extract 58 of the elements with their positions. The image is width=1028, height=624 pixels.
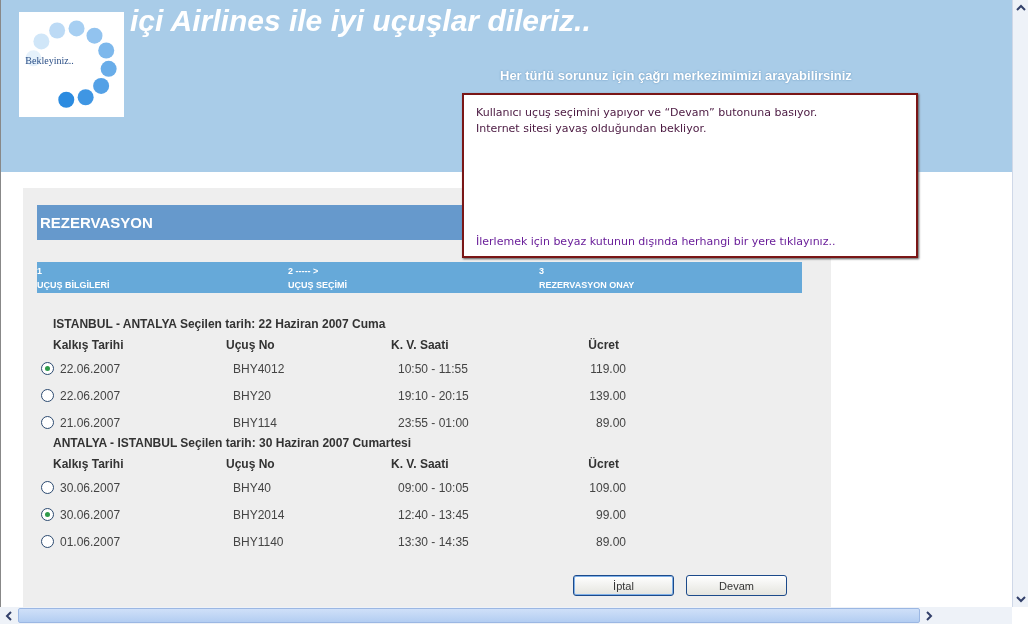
time-cell-text: 13:30 - 14:35 [398,534,470,549]
column-header: Kalkış Tarihi [53,338,125,352]
radio-button[interactable] [41,362,54,375]
flight-number-cell-text: BHY114 [233,415,278,430]
radio-button[interactable] [41,535,54,548]
price-cell-text: 119.00 [589,361,626,376]
time-cell-text: 23:55 - 01:00 [398,415,470,430]
radio-button[interactable] [41,416,54,429]
date-cell-text: 21.06.2007 [60,415,122,430]
popup-text: Internet sitesi yavaş olduğundan bekliyor. [476,121,708,137]
date-cell-text: 01.06.2007 [60,534,122,549]
step-number: 2 ----- > [288,266,320,276]
route-heading: ANTALYA - ISTANBUL Seçilen tarih: 30 Haziran 2007 Cumartesi [53,436,413,452]
scroll-right-icon[interactable] [924,610,934,621]
date-cell-text: 22.06.2007 [60,361,122,376]
flight-number-cell-text: BHY2014 [233,507,286,522]
time-cell-text: 19:10 - 20:15 [398,388,470,403]
price-cell-text: 99.00 [594,507,626,522]
price-cell-text: 89.00 [594,534,626,549]
continue-button[interactable]: Devam [686,575,787,596]
radio-button[interactable] [41,389,54,402]
price-cell-text: 139.00 [588,388,626,403]
flight-number-cell-text: BHY20 [233,388,273,403]
column-header: K. V. Saati [391,457,450,471]
step-number: 3 [539,266,545,276]
loading-text: Bekleyiniz.. [25,55,74,66]
column-header: Uçuş No [226,457,276,471]
scroll-down-icon[interactable] [1015,594,1026,604]
radio-button[interactable] [41,508,54,521]
flight-number-cell-text: BHY1140 [233,534,285,549]
date-cell-text: 30.06.2007 [60,480,122,495]
route-heading: ISTANBUL - ANTALYA Seçilen tarih: 22 Haziran 2007 Cuma [53,317,387,333]
scroll-up-icon[interactable] [1015,3,1026,13]
banner-title: içi Airlines ile iyi uçuşlar dileriz.. [130,4,592,38]
step-label: UÇUŞ BİLGİLERİ [37,280,111,290]
column-header: Ücret [587,338,619,352]
radio-button[interactable] [41,481,54,494]
column-header: Uçuş No [226,338,276,352]
popup-text: Kullanıcı uçuş seçimini yapıyor ve “Devam” butonuna basıyor. [476,105,819,121]
step-label: REZERVASYON ONAY [539,280,636,290]
banner-subtitle: Her türlü sorunuz için çağrı merkezimimizi arayabilirsiniz [500,68,853,83]
cancel-button[interactable]: İptal [573,575,674,596]
flight-number-cell-text: BHY4012 [233,361,286,376]
time-cell-text: 12:40 - 13:45 [398,507,470,522]
date-cell-text: 30.06.2007 [60,507,122,522]
scroll-thumb[interactable] [18,608,920,623]
column-header: Ücret [587,457,619,471]
flight-number-cell-text: BHY40 [233,480,273,495]
column-header: K. V. Saati [391,338,450,352]
step-label: UÇUŞ SEÇİMİ [288,280,348,290]
price-cell-text: 89.00 [594,415,626,430]
date-cell-text: 22.06.2007 [60,388,122,403]
time-cell-text: 09:00 - 10:05 [398,480,470,495]
price-cell-text: 109.00 [588,480,626,495]
time-cell-text: 10:50 - 11:55 [398,361,469,376]
step-number: 1 [37,266,43,276]
scroll-left-icon[interactable] [4,610,14,621]
column-header: Kalkış Tarihi [53,457,125,471]
